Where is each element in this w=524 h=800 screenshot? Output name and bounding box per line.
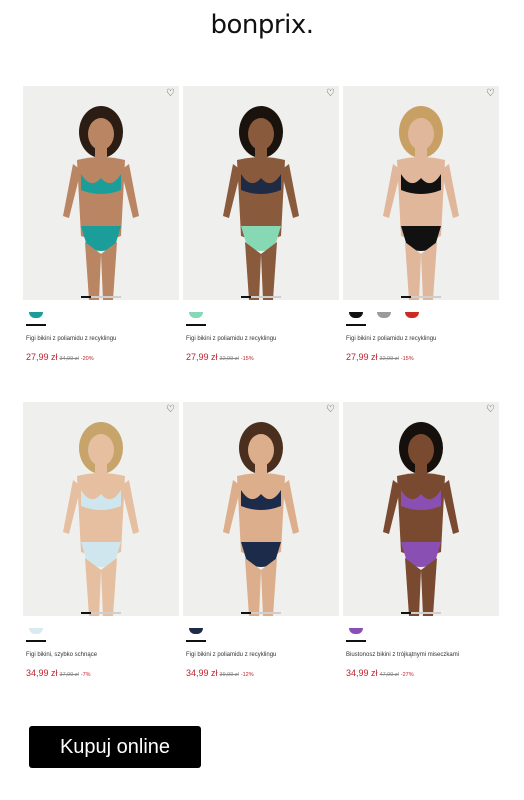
old-price: 37,99 zł xyxy=(59,672,79,678)
product-name[interactable]: Biustonosz bikini z trójkątnymi miseczka… xyxy=(343,652,499,658)
discount-badge: -20% xyxy=(80,356,94,362)
color-swatches xyxy=(343,306,499,326)
color-swatch[interactable] xyxy=(402,306,422,326)
wishlist-heart-icon[interactable]: ♡ xyxy=(486,404,495,415)
image-carousel-indicator xyxy=(241,296,281,298)
color-swatch[interactable] xyxy=(374,306,394,326)
product-name[interactable]: Figi bikini z poliamidu z recyklingu xyxy=(23,336,179,342)
wishlist-heart-icon[interactable]: ♡ xyxy=(326,88,335,99)
image-carousel-indicator xyxy=(81,296,121,298)
color-swatches xyxy=(183,622,339,642)
model-figure xyxy=(383,106,459,300)
price-row: 34,99 zł 47,99 zł -27% xyxy=(343,663,499,681)
color-swatch[interactable] xyxy=(186,306,206,326)
image-carousel-indicator xyxy=(401,612,441,614)
wishlist-heart-icon[interactable]: ♡ xyxy=(166,88,175,99)
product-card[interactable]: ♡ Figi bikini z poliamidu z recyklingu 27,… xyxy=(183,86,339,365)
old-price: 39,99 zł xyxy=(219,672,239,678)
image-carousel-indicator xyxy=(241,612,281,614)
old-price: 32,99 zł xyxy=(219,356,239,362)
discount-badge: -7% xyxy=(80,672,91,678)
current-price: 34,99 zł xyxy=(26,668,58,678)
wishlist-heart-icon[interactable]: ♡ xyxy=(486,88,495,99)
color-swatches xyxy=(183,306,339,326)
color-swatch[interactable] xyxy=(186,622,206,642)
product-name[interactable]: Figi bikini z poliamidu z recyklingu xyxy=(183,336,339,342)
product-card[interactable]: ♡ Figi bikini, szybko schnące 34,99 zł 37,9… xyxy=(23,402,179,681)
shop-online-button[interactable]: Kupuj online xyxy=(29,726,201,768)
price-row: 27,99 zł 32,99 zł -15% xyxy=(183,347,339,365)
wishlist-heart-icon[interactable]: ♡ xyxy=(326,404,335,415)
image-carousel-indicator xyxy=(401,296,441,298)
color-swatch[interactable] xyxy=(346,306,366,326)
price-row: 34,99 zł 39,99 zł -12% xyxy=(183,663,339,681)
product-image[interactable]: ♡ xyxy=(343,86,499,300)
price-row: 34,99 zł 37,99 zł -7% xyxy=(23,663,179,681)
wishlist-heart-icon[interactable]: ♡ xyxy=(166,404,175,415)
color-swatch[interactable] xyxy=(26,622,46,642)
product-card[interactable]: ♡ Figi bikini z poliamidu z recyklingu 27,… xyxy=(343,86,499,365)
old-price: 47,99 zł xyxy=(379,672,399,678)
product-image[interactable]: ♡ xyxy=(23,86,179,300)
model-figure xyxy=(63,422,139,616)
model-figure xyxy=(223,422,299,616)
product-card[interactable]: ♡ Figi bikini z poliamidu z recyklingu 34,… xyxy=(183,402,339,681)
price-row: 27,99 zł 32,99 zł -15% xyxy=(343,347,499,365)
price-row: 27,99 zł 34,99 zł -20% xyxy=(23,347,179,365)
current-price: 34,99 zł xyxy=(186,668,218,678)
discount-badge: -15% xyxy=(400,356,414,362)
color-swatches xyxy=(343,622,499,642)
product-image[interactable]: ♡ xyxy=(23,402,179,616)
discount-badge: -15% xyxy=(240,356,254,362)
current-price: 27,99 zł xyxy=(26,352,58,362)
color-swatches xyxy=(23,306,179,326)
old-price: 32,99 zł xyxy=(379,356,399,362)
product-image[interactable]: ♡ xyxy=(183,86,339,300)
model-figure xyxy=(63,106,139,300)
discount-badge: -12% xyxy=(240,672,254,678)
product-name[interactable]: Figi bikini z poliamidu z recyklingu xyxy=(183,652,339,658)
current-price: 27,99 zł xyxy=(186,352,218,362)
current-price: 27,99 zł xyxy=(346,352,378,362)
model-figure xyxy=(383,422,459,616)
product-name[interactable]: Figi bikini, szybko schnące xyxy=(23,652,179,658)
color-swatch[interactable] xyxy=(346,622,366,642)
brand-logo[interactable]: bonprix. xyxy=(0,10,524,40)
product-card[interactable]: ♡ Biustonosz bikini z trójkątnymi miseczk… xyxy=(343,402,499,681)
image-carousel-indicator xyxy=(81,612,121,614)
product-image[interactable]: ♡ xyxy=(343,402,499,616)
product-card[interactable]: ♡ Figi bikini z poliamidu z recyklingu 27,… xyxy=(23,86,179,365)
discount-badge: -27% xyxy=(400,672,414,678)
product-image[interactable]: ♡ xyxy=(183,402,339,616)
model-figure xyxy=(223,106,299,300)
current-price: 34,99 zł xyxy=(346,668,378,678)
color-swatches xyxy=(23,622,179,642)
old-price: 34,99 zł xyxy=(59,356,79,362)
color-swatch[interactable] xyxy=(26,306,46,326)
product-name[interactable]: Figi bikini z poliamidu z recyklingu xyxy=(343,336,499,342)
